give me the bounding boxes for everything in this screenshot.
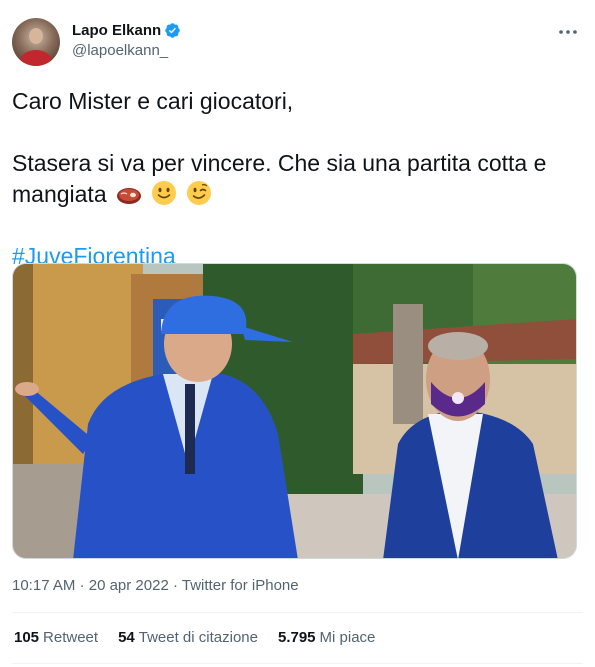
tweet-card: Lapo Elkann @lapoelkann_ Caro Mister e c… (0, 0, 595, 667)
tweet-text: Caro Mister e cari giocatori, Stasera si… (12, 86, 582, 272)
tweet-source[interactable]: Twitter for iPhone (182, 577, 299, 594)
tweet-photo[interactable] (12, 263, 577, 559)
slightly-smiling-face-icon (152, 181, 177, 205)
tweet-line-3-row: mangiata (12, 179, 582, 210)
quotes-count: 54 (118, 629, 135, 646)
tweet-stats: 105 Retweet 54 Tweet di citazione 5.795 … (14, 629, 395, 646)
quotes-stat[interactable]: 54 Tweet di citazione (118, 629, 258, 646)
meta-separator: · (79, 577, 85, 594)
tweet-line-2: Stasera si va per vincere. Che sia una p… (12, 150, 547, 176)
retweets-count: 105 (14, 629, 40, 646)
avatar-head (29, 28, 43, 44)
avatar[interactable] (12, 18, 60, 66)
tweet-line-1: Caro Mister e cari giocatori, (12, 88, 294, 114)
tweet-line-3: mangiata (12, 181, 107, 207)
tweet-time[interactable]: 10:17 AM (12, 577, 75, 594)
likes-count: 5.795 (277, 629, 316, 646)
divider (12, 612, 583, 613)
quotes-label: Tweet di citazione (138, 629, 258, 646)
likes-stat[interactable]: 5.795 Mi piace (278, 629, 375, 646)
author-handle[interactable]: @lapoelkann_ (72, 42, 168, 59)
winking-face-icon (186, 181, 211, 205)
tweet-metadata: 10:17 AM · 20 apr 2022 · Twitter for iPh… (12, 577, 299, 594)
photo-two-men-illustration (13, 264, 576, 558)
retweets-label: Retweet (43, 629, 99, 646)
likes-label: Mi piace (319, 629, 376, 646)
avatar-shirt (20, 50, 52, 66)
verified-badge-icon (165, 23, 180, 38)
tweet-date[interactable]: 20 apr 2022 (89, 577, 169, 594)
author-name-row: Lapo Elkann (72, 22, 181, 39)
divider (12, 663, 583, 664)
author-display-name[interactable]: Lapo Elkann (72, 22, 161, 39)
retweets-stat[interactable]: 105 Retweet (14, 629, 98, 646)
more-options-icon[interactable] (556, 22, 580, 42)
meta-separator: · (172, 577, 178, 594)
steak-emoji-icon (117, 188, 142, 204)
